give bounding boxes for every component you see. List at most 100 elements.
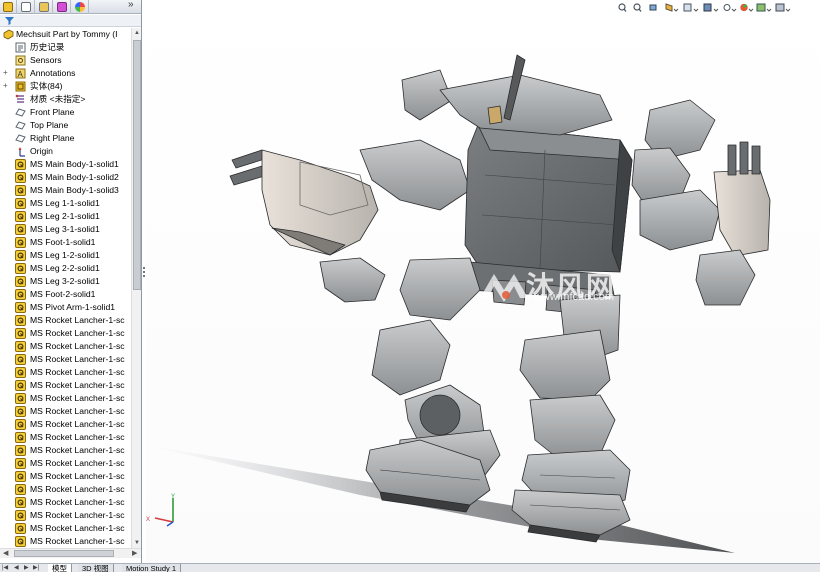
tree-item-ms-rocket-lancher-1-sc[interactable]: MS Rocket Lancher-1-sc bbox=[0, 483, 131, 496]
body-icon bbox=[15, 198, 26, 209]
scroll-left-arrow-icon[interactable]: ◀ bbox=[3, 549, 8, 559]
tree-item-label: MS Rocket Lancher-1-sc bbox=[30, 445, 125, 455]
triad-z-axis bbox=[166, 521, 174, 527]
tree-item-label: MS Rocket Lancher-1-sc bbox=[30, 484, 125, 494]
tab-model[interactable]: 模型 bbox=[48, 564, 72, 572]
body-icon bbox=[15, 315, 26, 326]
tree-item-ms-rocket-lancher-1-sc[interactable]: MS Rocket Lancher-1-sc bbox=[0, 457, 131, 470]
scroll-right-arrow-icon[interactable]: ▶ bbox=[132, 549, 137, 559]
tree-item-sensors[interactable]: Sensors bbox=[0, 54, 131, 67]
tree-item-ms-rocket-lancher-1-sc[interactable]: MS Rocket Lancher-1-sc bbox=[0, 392, 131, 405]
tree-item-ms-leg-2-2-solid1[interactable]: MS Leg 2-2-solid1 bbox=[0, 262, 131, 275]
tree-item-top-plane[interactable]: Top Plane bbox=[0, 119, 131, 132]
body-icon bbox=[15, 276, 26, 287]
tree-item-ms-rocket-lancher-1-sc[interactable]: MS Rocket Lancher-1-sc bbox=[0, 509, 131, 522]
tree-item-ms-foot-2-solid1[interactable]: MS Foot-2-solid1 bbox=[0, 288, 131, 301]
part-icon bbox=[3, 29, 14, 40]
body-icon bbox=[15, 250, 26, 261]
display-manager-tab[interactable] bbox=[72, 0, 89, 14]
feature-manager-tab[interactable] bbox=[0, 0, 17, 14]
filter-icon[interactable] bbox=[5, 16, 14, 25]
plane-icon bbox=[15, 108, 26, 117]
bottom-tab-bar: |◀ ◀ ▶ ▶| 模型 3D 视图 Motion Study 1 bbox=[0, 563, 820, 572]
tree-item-ms-rocket-lancher-1-sc[interactable]: MS Rocket Lancher-1-sc bbox=[0, 340, 131, 353]
tree-item-label: MS Rocket Lancher-1-sc bbox=[30, 419, 125, 429]
expand-toggle-icon[interactable]: + bbox=[3, 82, 8, 90]
body-icon bbox=[15, 458, 26, 469]
tree-item-ms-main-body-1-solid2[interactable]: MS Main Body-1-solid2 bbox=[0, 171, 131, 184]
first-tab-arrow-icon[interactable]: |◀ bbox=[2, 564, 8, 572]
tree-item-ms-rocket-lancher-1-sc[interactable]: MS Rocket Lancher-1-sc bbox=[0, 314, 131, 327]
tree-horizontal-scrollbar[interactable]: ◀ ▶ bbox=[0, 548, 141, 558]
horizontal-scroll-thumb[interactable] bbox=[14, 550, 114, 557]
tree-item-label: MS Rocket Lancher-1-sc bbox=[30, 328, 125, 338]
tree-item-label: MS Main Body-1-solid2 bbox=[30, 172, 119, 182]
last-tab-arrow-icon[interactable]: ▶| bbox=[33, 564, 39, 572]
tree-item-ms-rocket-lancher-1-sc[interactable]: MS Rocket Lancher-1-sc bbox=[0, 496, 131, 509]
scroll-up-arrow-icon[interactable]: ▲ bbox=[132, 28, 142, 38]
tree-item-label: MS Rocket Lancher-1-sc bbox=[30, 471, 125, 481]
tree-item-item[interactable]: 材质 <未指定> bbox=[0, 93, 131, 106]
tree-item-ms-rocket-lancher-1-sc[interactable]: MS Rocket Lancher-1-sc bbox=[0, 535, 131, 548]
tree-item-ms-rocket-lancher-1-sc[interactable]: MS Rocket Lancher-1-sc bbox=[0, 444, 131, 457]
tab-motion-study[interactable]: Motion Study 1 bbox=[122, 564, 182, 572]
tree-item-ms-foot-1-solid1[interactable]: MS Foot-1-solid1 bbox=[0, 236, 131, 249]
tree-vertical-scrollbar[interactable]: ▲ ▼ bbox=[131, 28, 141, 548]
tree-item-right-plane[interactable]: Right Plane bbox=[0, 132, 131, 145]
prev-tab-arrow-icon[interactable]: ◀ bbox=[14, 564, 19, 572]
body-icon bbox=[15, 237, 26, 248]
tree-item-label: MS Rocket Lancher-1-sc bbox=[30, 367, 125, 377]
tree-item-ms-leg-1-1-solid1[interactable]: MS Leg 1-1-solid1 bbox=[0, 197, 131, 210]
property-manager-tab[interactable] bbox=[18, 0, 35, 14]
dimxpert-tab[interactable] bbox=[54, 0, 71, 14]
tree-item-label: Origin bbox=[30, 146, 53, 156]
tree-item-label: MS Rocket Lancher-1-sc bbox=[30, 380, 125, 390]
tree-item-label: 材质 <未指定> bbox=[30, 94, 86, 104]
tree-item-label: MS Leg 3-2-solid1 bbox=[30, 276, 100, 286]
configuration-manager-tab[interactable] bbox=[36, 0, 53, 14]
body-icon bbox=[15, 263, 26, 274]
tree-item-ms-leg-2-1-solid1[interactable]: MS Leg 2-1-solid1 bbox=[0, 210, 131, 223]
more-tabs-button[interactable]: » bbox=[128, 0, 134, 10]
tree-item-ms-main-body-1-solid3[interactable]: MS Main Body-1-solid3 bbox=[0, 184, 131, 197]
scroll-down-arrow-icon[interactable]: ▼ bbox=[132, 538, 142, 548]
tree-item-ms-rocket-lancher-1-sc[interactable]: MS Rocket Lancher-1-sc bbox=[0, 522, 131, 535]
tree-item-item[interactable]: 历史记录 bbox=[0, 41, 131, 54]
expand-toggle-icon[interactable]: + bbox=[3, 69, 8, 77]
tree-item-ms-rocket-lancher-1-sc[interactable]: MS Rocket Lancher-1-sc bbox=[0, 353, 131, 366]
tree-item-ms-leg-1-2-solid1[interactable]: MS Leg 1-2-solid1 bbox=[0, 249, 131, 262]
tree-root-part[interactable]: Mechsuit Part by Tommy (I bbox=[0, 28, 131, 41]
body-icon bbox=[15, 471, 26, 482]
tree-item-label: MS Rocket Lancher-1-sc bbox=[30, 458, 125, 468]
tree-item-label: MS Leg 2-2-solid1 bbox=[30, 263, 100, 273]
body-icon bbox=[15, 159, 26, 170]
tree-item-annotations[interactable]: + A Annotations bbox=[0, 67, 131, 80]
tree-item-origin[interactable]: Origin bbox=[0, 145, 131, 158]
tree-item-ms-rocket-lancher-1-sc[interactable]: MS Rocket Lancher-1-sc bbox=[0, 418, 131, 431]
tree-item-label: MS Foot-1-solid1 bbox=[30, 237, 96, 247]
next-tab-arrow-icon[interactable]: ▶ bbox=[24, 564, 29, 572]
tree-item-ms-leg-3-2-solid1[interactable]: MS Leg 3-2-solid1 bbox=[0, 275, 131, 288]
tree-item-ms-rocket-lancher-1-sc[interactable]: MS Rocket Lancher-1-sc bbox=[0, 366, 131, 379]
tree-item-ms-rocket-lancher-1-sc[interactable]: MS Rocket Lancher-1-sc bbox=[0, 431, 131, 444]
solid-bodies-icon bbox=[15, 81, 26, 92]
tree-item-ms-leg-3-1-solid1[interactable]: MS Leg 3-1-solid1 bbox=[0, 223, 131, 236]
tree-item-ms-rocket-lancher-1-sc[interactable]: MS Rocket Lancher-1-sc bbox=[0, 379, 131, 392]
graphics-area[interactable]: 沐风网 www.mfcad.com bbox=[146, 0, 820, 563]
tree-item-label: Sensors bbox=[30, 55, 62, 65]
tree-item-label: MS Rocket Lancher-1-sc bbox=[30, 341, 125, 351]
tree-item-ms-pivot-arm-1-solid1[interactable]: MS Pivot Arm-1-solid1 bbox=[0, 301, 131, 314]
tree-item-label: MS Rocket Lancher-1-sc bbox=[30, 393, 125, 403]
scroll-thumb[interactable] bbox=[133, 40, 141, 290]
tree-item-ms-rocket-lancher-1-sc[interactable]: MS Rocket Lancher-1-sc bbox=[0, 405, 131, 418]
tree-item-front-plane[interactable]: Front Plane bbox=[0, 106, 131, 119]
body-icon bbox=[15, 536, 26, 547]
body-icon bbox=[15, 445, 26, 456]
tree-item-ms-main-body-1-solid1[interactable]: MS Main Body-1-solid1 bbox=[0, 158, 131, 171]
tree-item-84[interactable]: + 实体(84) bbox=[0, 80, 131, 93]
tree-item-ms-rocket-lancher-1-sc[interactable]: MS Rocket Lancher-1-sc bbox=[0, 327, 131, 340]
tree-item-ms-rocket-lancher-1-sc[interactable]: MS Rocket Lancher-1-sc bbox=[0, 470, 131, 483]
tab-3d-view[interactable]: 3D 视图 bbox=[78, 564, 114, 572]
tree-item-label: MS Leg 1-2-solid1 bbox=[30, 250, 100, 260]
tree-item-label: MS Rocket Lancher-1-sc bbox=[30, 354, 125, 364]
